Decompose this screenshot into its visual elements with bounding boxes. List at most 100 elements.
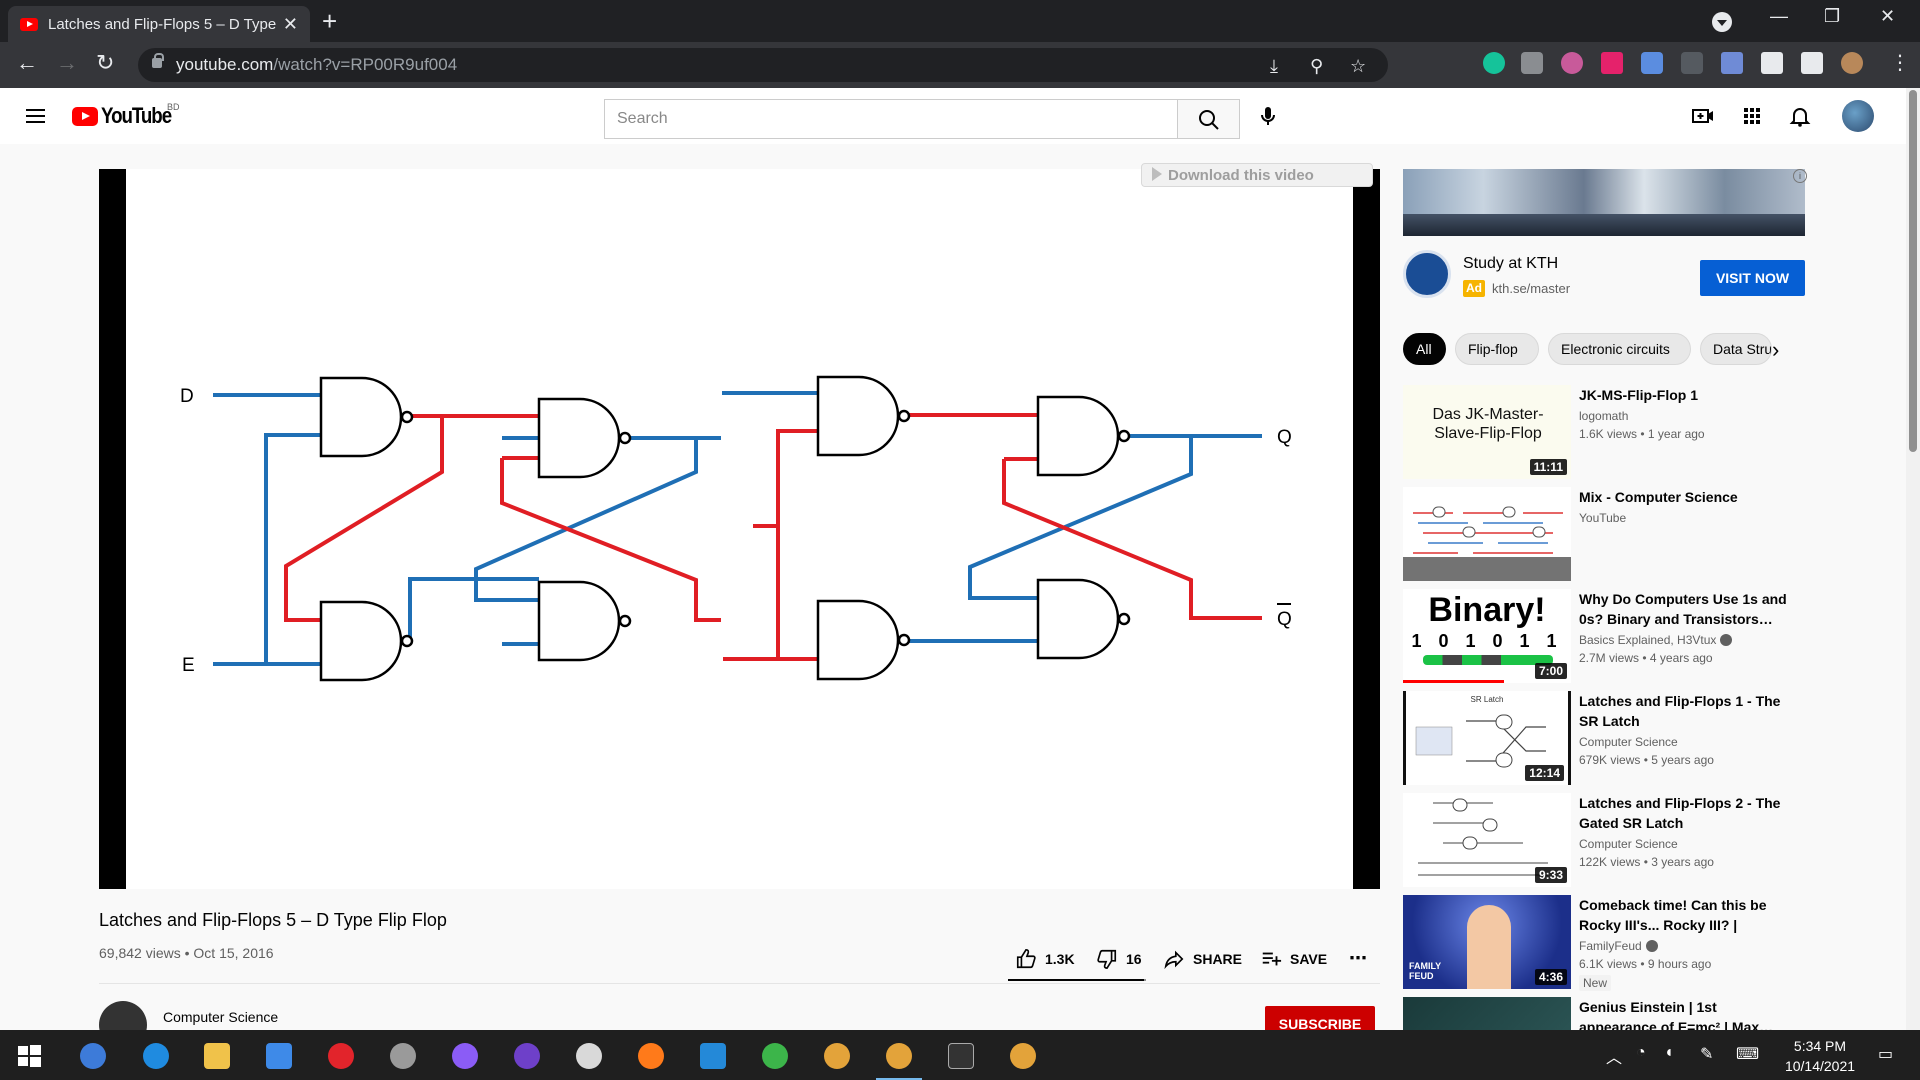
share-label: SHARE (1193, 951, 1243, 967)
vscode-icon[interactable] (700, 1043, 726, 1069)
camera-extension-icon[interactable] (1521, 52, 1543, 74)
taskbar-clock[interactable]: 5:34 PM 10/14/2021 (1770, 1036, 1870, 1076)
search-input[interactable] (604, 99, 1178, 139)
puzzle-extensions-icon[interactable] (1761, 52, 1783, 74)
back-icon[interactable]: ← (16, 50, 38, 76)
chrome-icon[interactable] (1010, 1043, 1036, 1069)
show-hidden-icons[interactable]: ︿ (1606, 1044, 1622, 1068)
download-video-button[interactable]: Download this video (1141, 163, 1373, 187)
video-thumbnail[interactable]: Das JK-Master-Slave-Flip-Flop 11:11 (1403, 385, 1571, 479)
mail-icon[interactable] (266, 1043, 292, 1069)
create-video-icon[interactable] (1691, 104, 1715, 128)
messenger-icon[interactable] (452, 1043, 478, 1069)
app-icon[interactable] (576, 1043, 602, 1069)
terminal-icon[interactable] (948, 1043, 974, 1069)
ad-logo[interactable] (1403, 250, 1451, 298)
install-icon[interactable]: ⤓ (1270, 56, 1278, 77)
pen-icon[interactable]: ✎ (1700, 1044, 1713, 1064)
network-icon[interactable]: ◔ (1636, 1044, 1646, 1062)
app-icon[interactable] (762, 1043, 788, 1069)
keyboard-icon[interactable]: ⌨ (1736, 1044, 1759, 1064)
lock-icon[interactable] (152, 53, 164, 68)
reading-list-icon[interactable] (1801, 52, 1823, 74)
close-window-icon[interactable]: ✕ (1880, 6, 1895, 27)
reload-icon[interactable]: ↻ (96, 50, 114, 76)
address-bar[interactable]: youtube.com/watch?v=RP00R9uf004 ☆ ⚲ ⤓ (138, 48, 1388, 82)
video-thumbnail[interactable] (1403, 487, 1571, 581)
chevron-right-icon[interactable]: › (1772, 337, 1779, 363)
minimize-icon[interactable]: — (1770, 6, 1788, 27)
ad-title[interactable]: Study at KTH (1463, 255, 1558, 273)
more-actions-button[interactable]: ⋯ (1349, 948, 1367, 969)
download-extension-icon[interactable] (1641, 52, 1663, 74)
recommendation-item[interactable]: SR Latch 12:14 Latches and Flip-Flops 1 … (1403, 691, 1823, 785)
channel-name[interactable]: Computer Science (163, 1009, 278, 1025)
edge-icon[interactable] (143, 1043, 169, 1069)
forward-icon[interactable]: → (56, 50, 78, 76)
windows-start-icon[interactable] (16, 1043, 42, 1069)
rec-views: 679K views • 5 years ago (1579, 753, 1714, 767)
chip-flip-flop[interactable]: Flip-flop (1455, 333, 1539, 365)
microphone-icon[interactable] (1256, 104, 1280, 128)
save-button[interactable]: SAVE (1260, 948, 1327, 970)
recommendation-item[interactable]: Binary! 1 0 1 0 1 1 7:00 Why Do Computer… (1403, 589, 1823, 683)
tab-search-icon[interactable] (1712, 12, 1732, 32)
qbittorrent-icon[interactable] (80, 1043, 106, 1069)
ad-banner-image[interactable] (1403, 169, 1805, 236)
pen-extension-icon[interactable] (1721, 52, 1743, 74)
notifications-bell-icon[interactable] (1788, 104, 1812, 128)
video-thumbnail[interactable]: 9:33 (1403, 793, 1571, 887)
recommendation-item[interactable]: Mix - Computer Science YouTube (1403, 487, 1823, 581)
video-thumbnail[interactable]: FAMILY FEUD 4:36 (1403, 895, 1571, 989)
chrome-menu-icon[interactable]: ⋮ (1890, 50, 1910, 75)
video-player[interactable]: D E Q Q Download this video (99, 163, 1380, 889)
video-thumbnail[interactable]: SR Latch 12:14 (1403, 691, 1571, 785)
volume-icon[interactable]: ◖ (1664, 1044, 1674, 1062)
subscribe-button[interactable]: SUBSCRIBE (1265, 1006, 1375, 1030)
recommendation-item[interactable]: Genius Einstein | 1st appearance of E=mc… (1403, 997, 1823, 1030)
chrome-icon[interactable] (876, 1043, 922, 1080)
bookmark-star-icon[interactable]: ☆ (1350, 56, 1366, 77)
notification-center-icon[interactable]: ▭ (1878, 1044, 1893, 1064)
app-icon[interactable] (390, 1043, 416, 1069)
share-button[interactable]: SHARE (1163, 948, 1242, 970)
video-thumbnail[interactable] (1403, 997, 1571, 1030)
recommendation-item[interactable]: 9:33 Latches and Flip-Flops 2 - The Gate… (1403, 793, 1823, 887)
github-icon[interactable] (514, 1043, 540, 1069)
d-flip-flop-diagram: D E Q Q (180, 375, 1292, 682)
chrome-icon[interactable] (824, 1043, 850, 1069)
tab-close-icon[interactable]: ✕ (283, 14, 298, 35)
youtube-logo-icon[interactable] (72, 107, 98, 126)
browser-tab[interactable]: Latches and Flip-Flops 5 – D Type Flip F… (8, 6, 310, 42)
file-explorer-icon[interactable] (204, 1043, 230, 1069)
grammarly-extension-icon[interactable] (1483, 52, 1505, 74)
extension-icon[interactable] (1561, 52, 1583, 74)
opera-icon[interactable] (328, 1043, 354, 1069)
account-avatar[interactable] (1842, 100, 1874, 132)
chip-all[interactable]: All (1403, 333, 1446, 365)
recommendation-item[interactable]: FAMILY FEUD 4:36 Comeback time! Can this… (1403, 895, 1823, 991)
zoom-icon[interactable]: ⚲ (1310, 56, 1323, 77)
channel-avatar[interactable] (99, 1001, 147, 1030)
visit-now-button[interactable]: VISIT NOW (1700, 260, 1805, 296)
ad-info-icon[interactable]: i (1793, 169, 1807, 183)
youtube-logo-text[interactable]: YouTube (101, 103, 172, 129)
restore-icon[interactable]: ❐ (1824, 6, 1840, 27)
new-tab-button[interactable]: + (322, 8, 337, 34)
watched-progress (1403, 680, 1504, 683)
video-frame[interactable]: D E Q Q (126, 169, 1353, 889)
firefox-icon[interactable] (638, 1043, 664, 1069)
dislike-button[interactable]: 16 (1096, 948, 1142, 970)
extension-icon[interactable] (1681, 52, 1703, 74)
chip-data-structures[interactable]: Data Structures (1700, 333, 1772, 365)
video-thumbnail[interactable]: Binary! 1 0 1 0 1 1 7:00 (1403, 589, 1571, 683)
play-extension-icon[interactable] (1601, 52, 1623, 74)
chip-electronic-circuits[interactable]: Electronic circuits (1548, 333, 1691, 365)
like-button[interactable]: 1.3K (1015, 948, 1075, 970)
scrollbar-thumb[interactable] (1909, 90, 1917, 452)
recommendation-item[interactable]: Das JK-Master-Slave-Flip-Flop 11:11 JK-M… (1403, 385, 1823, 479)
page-scrollbar[interactable] (1906, 88, 1920, 1030)
profile-avatar[interactable] (1841, 52, 1863, 74)
search-button[interactable] (1177, 99, 1240, 139)
apps-grid-icon[interactable] (1740, 104, 1764, 128)
